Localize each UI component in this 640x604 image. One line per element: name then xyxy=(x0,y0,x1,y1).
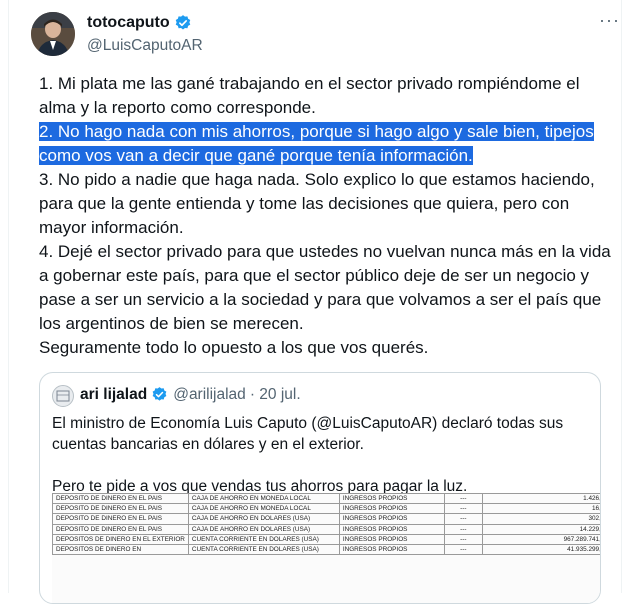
document-cell: 1.426,55 xyxy=(481,493,600,505)
document-cell: INGRESOS PROPIOS xyxy=(338,493,445,505)
author-name-row: totocaputo xyxy=(87,14,192,32)
selected-text: 2. No hago nada con mis ahorros, porque … xyxy=(39,122,594,165)
quote-text-spacer xyxy=(52,455,582,476)
document-cell: INGRESOS PROPIOS xyxy=(338,503,445,515)
document-cell: --- xyxy=(443,533,483,546)
document-cell: CAJA DE AHORRO EN MONEDA LOCAL xyxy=(187,503,340,515)
tweet-paragraph-5: Seguramente todo lo opuesto a los que vo… xyxy=(39,338,429,357)
tweet-card: totocaputo @LuisCaputoAR ··· 1. Mi plata… xyxy=(8,0,622,604)
document-cell: --- xyxy=(443,513,483,525)
tweet-paragraph-2-highlighted: 2. No hago nada con mis ahorros, porque … xyxy=(39,120,619,168)
document-cell: DEPOSITOS DE DINERO EN EL EXTERIOR xyxy=(52,533,189,546)
document-cell: --- xyxy=(443,523,483,535)
quote-author-name[interactable]: ari lijalad xyxy=(80,386,147,404)
tweet-paragraph-3: 3. No pido a nadie que haga nada. Solo e… xyxy=(39,170,595,237)
document-cell: DEPOSITOS DE DINERO EN xyxy=(52,544,189,556)
verified-badge-icon[interactable] xyxy=(174,14,192,32)
document-cell: DEPOSITO DE DINERO EN EL PAIS xyxy=(52,513,189,525)
document-cell: CAJA DE AHORRO EN MONEDA LOCAL xyxy=(187,493,340,505)
document-row: DEPOSITOS DE DINERO EN EL EXTERIOR CUENTA… xyxy=(52,533,600,546)
document-cell: CUENTA CORRIENTE EN DOLARES (USA) xyxy=(187,544,340,556)
tweet-paragraph-1: 1. Mi plata me las gané trabajando en el… xyxy=(39,74,580,117)
document-cell: CAJA DE AHORRO EN DOLARES (USA) xyxy=(187,523,340,535)
quote-date[interactable]: · 20 jul. xyxy=(250,386,301,404)
document-row: DEPOSITO DE DINERO EN EL PAIS CAJA DE AHO… xyxy=(52,523,600,535)
document-cell: INGRESOS PROPIOS xyxy=(338,513,445,525)
quoted-tweet[interactable]: ari lijalad @arilijalad · 20 jul. El min… xyxy=(39,372,601,604)
document-cell: 16,55 xyxy=(481,503,600,515)
document-cell: --- xyxy=(443,544,483,556)
quote-text: El ministro de Economía Luis Caputo (@Lu… xyxy=(52,413,582,497)
document-cell: INGRESOS PROPIOS xyxy=(338,544,445,556)
quote-text-paragraph-1: El ministro de Economía Luis Caputo (@Lu… xyxy=(52,415,564,453)
document-cell: 302,16 xyxy=(481,513,600,525)
quote-author-avatar[interactable] xyxy=(52,385,74,407)
document-cell: INGRESOS PROPIOS xyxy=(338,523,445,535)
document-cell: --- xyxy=(443,493,483,505)
document-row: DEPOSITOS DE DINERO EN CUENTA CORRIENTE E… xyxy=(52,544,600,556)
author-avatar[interactable] xyxy=(31,12,75,56)
document-cell: 41.935.299,53 xyxy=(481,544,600,556)
document-cell: DEPOSITO DE DINERO EN EL PAIS xyxy=(52,523,189,535)
document-row: DEPOSITO DE DINERO EN EL PAIS CAJA DE AHO… xyxy=(52,503,600,515)
document-table: DEPOSITO DE DINERO EN EL PAIS CAJA DE AHO… xyxy=(52,493,600,556)
quote-header: ari lijalad @arilijalad · 20 jul. xyxy=(80,386,301,404)
tweet-text: 1. Mi plata me las gané trabajando en el… xyxy=(39,72,619,360)
document-cell: --- xyxy=(443,503,483,515)
document-cell: 14.229,00 xyxy=(481,523,600,535)
author-name[interactable]: totocaputo xyxy=(87,14,170,32)
document-cell: CAJA DE AHORRO EN DOLARES (USA) xyxy=(187,513,340,525)
document-cell: INGRESOS PROPIOS xyxy=(338,533,445,546)
author-handle[interactable]: @LuisCaputoAR xyxy=(87,37,203,55)
quote-document-image[interactable]: DEPOSITO DE DINERO EN EL PAIS CAJA DE AHO… xyxy=(52,493,600,603)
document-cell: CUENTA CORRIENTE EN DOLARES (USA) xyxy=(187,533,340,546)
document-row: DEPOSITO DE DINERO EN EL PAIS CAJA DE AHO… xyxy=(52,493,600,505)
document-cell: DEPOSITO DE DINERO EN EL PAIS xyxy=(52,493,189,505)
document-cell: 967.289.741,76 xyxy=(481,533,600,546)
tweet-paragraph-4: 4. Dejé el sector privado para que usted… xyxy=(39,242,611,333)
document-row: DEPOSITO DE DINERO EN EL PAIS CAJA DE AHO… xyxy=(52,513,600,525)
quote-author-handle[interactable]: @arilijalad xyxy=(173,386,246,404)
quote-verified-badge-icon[interactable] xyxy=(151,386,169,404)
document-cell: DEPOSITO DE DINERO EN EL PAIS xyxy=(52,503,189,515)
more-options-icon[interactable]: ··· xyxy=(599,10,620,31)
